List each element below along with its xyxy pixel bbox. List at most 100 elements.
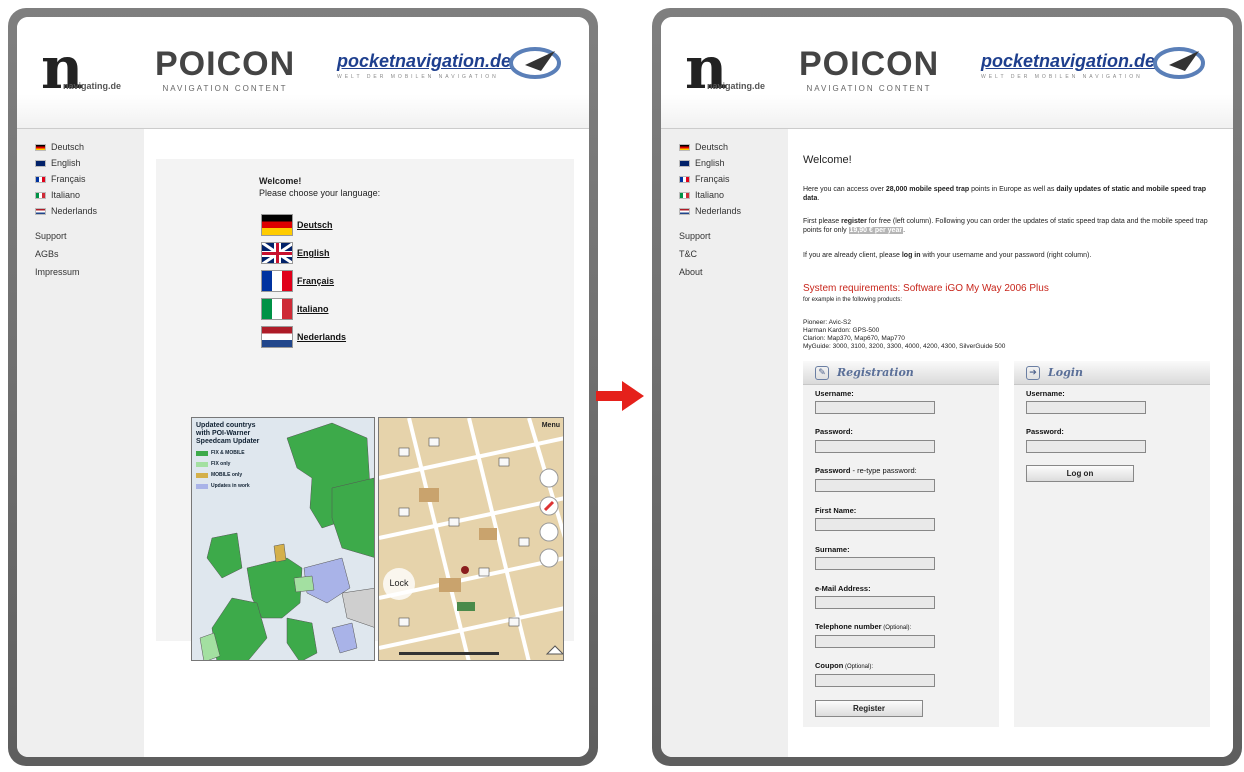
right-screenshot-frame: n navigating.de POICON NAVIGATION CONTEN… xyxy=(652,8,1242,766)
language-option-deutsch[interactable]: Deutsch xyxy=(261,213,333,237)
french-flag-icon xyxy=(261,270,293,292)
sidebar-item-support[interactable]: Support xyxy=(35,231,144,249)
street-map-graphic xyxy=(379,418,563,660)
italian-flag-icon xyxy=(679,191,690,199)
german-flag-icon xyxy=(679,143,690,151)
pocketnavigation-logo[interactable]: pocketnavigation.de WELT DER MOBILEN NAV… xyxy=(981,47,1211,95)
sidebar-lang-nederlands[interactable]: Nederlands xyxy=(679,203,788,219)
sidebar-lang-english[interactable]: English xyxy=(35,155,144,171)
system-requirements: System requirements: Software iGO My Way… xyxy=(803,283,1049,294)
surname-label: Surname: xyxy=(815,545,850,554)
language-link-label: English xyxy=(297,248,330,258)
poicon-logo-title: POICON xyxy=(155,45,296,83)
map-lock-button[interactable]: Lock xyxy=(383,568,415,600)
sidebar-lang-francais[interactable]: Français xyxy=(679,171,788,187)
sidebar-item-support[interactable]: Support xyxy=(679,231,788,249)
header: n navigating.de POICON NAVIGATION CONTEN… xyxy=(17,17,589,129)
login-password-input[interactable] xyxy=(1026,440,1146,453)
sidebar-lang-label: Nederlands xyxy=(695,206,742,216)
sidebar: Deutsch English Français Italiano Nederl… xyxy=(661,129,788,757)
sidebar-lang-label: Nederlands xyxy=(51,206,98,216)
sidebar-lang-english[interactable]: English xyxy=(679,155,788,171)
sidebar-lang-label: English xyxy=(51,158,81,168)
first-name-label: First Name: xyxy=(815,506,857,515)
swoosh-icon xyxy=(509,47,561,79)
language-option-francais[interactable]: Français xyxy=(261,269,334,293)
legend-item: FIX only xyxy=(196,460,259,468)
left-page: n navigating.de POICON NAVIGATION CONTEN… xyxy=(17,17,589,757)
italian-flag-icon xyxy=(261,298,293,320)
product-item: Clarion: Map370, Map670, Map770 xyxy=(803,335,905,342)
sidebar-item-about[interactable]: About xyxy=(679,267,788,285)
german-flag-icon xyxy=(261,214,293,236)
navigating-logo-text: navigating.de xyxy=(707,81,766,91)
italian-flag-icon xyxy=(35,191,46,199)
username-label: Username: xyxy=(815,389,854,398)
product-item: MyGuide: 3000, 3100, 3200, 3300, 4000, 4… xyxy=(803,343,1006,350)
dutch-flag-icon xyxy=(35,207,46,215)
sidebar-lang-nederlands[interactable]: Nederlands xyxy=(35,203,144,219)
reg-surname-input[interactable] xyxy=(815,557,935,570)
sidebar-item-impressum[interactable]: Impressum xyxy=(35,267,144,285)
language-option-italiano[interactable]: Italiano xyxy=(261,297,329,321)
legend-title-line: Speedcam Updater xyxy=(196,438,260,445)
log-on-button[interactable]: Log on xyxy=(1026,465,1134,482)
uk-flag-icon xyxy=(679,159,690,167)
legend-title-line: with POI-Warner xyxy=(196,430,251,437)
register-button[interactable]: Register xyxy=(815,700,923,717)
sidebar-lang-italiano[interactable]: Italiano xyxy=(679,187,788,203)
europe-coverage-map: Updated countrys with POI-Warner Speedca… xyxy=(191,417,375,661)
product-item: Pioneer: Avic-S2 xyxy=(803,319,851,326)
legend-item-label: FIX & MOBILE xyxy=(211,450,245,456)
language-chooser: Welcome! Please choose your language: De… xyxy=(156,159,574,661)
product-item: Harman Kardon: GPS-500 xyxy=(803,327,880,334)
uk-flag-icon xyxy=(35,159,46,167)
login-username-input[interactable] xyxy=(1026,401,1146,414)
sidebar-item-tandc[interactable]: T&C xyxy=(679,249,788,267)
poicon-logo[interactable]: POICON NAVIGATION CONTENT xyxy=(799,47,939,97)
reg-telephone-input[interactable] xyxy=(815,635,935,648)
language-option-nederlands[interactable]: Nederlands xyxy=(261,325,346,349)
sidebar-item-agbs[interactable]: AGBs xyxy=(35,249,144,267)
legend-item-label: MOBILE only xyxy=(211,472,243,478)
navigating-logo[interactable]: n navigating.de xyxy=(685,39,766,97)
registration-title: Registration xyxy=(837,366,914,379)
login-arrow-icon: ➔ xyxy=(1026,365,1040,380)
intro-paragraph-2: First please register for free (left col… xyxy=(803,218,1208,234)
main-content: Welcome! Here you can access over 28,000… xyxy=(788,129,1233,757)
welcome-subtitle: Please choose your language: xyxy=(259,188,381,198)
language-link-label: Deutsch xyxy=(297,220,333,230)
registration-panel: ✎ Registration Username: Password: Passw… xyxy=(803,361,999,727)
sidebar-lang-label: Deutsch xyxy=(695,142,729,152)
navigating-logo-text: navigating.de xyxy=(63,81,122,91)
sidebar-lang-label: Italiano xyxy=(695,190,725,200)
german-flag-icon xyxy=(35,143,46,151)
poicon-logo[interactable]: POICON NAVIGATION CONTENT xyxy=(155,47,295,97)
reg-password-retype-input[interactable] xyxy=(815,479,935,492)
main-content: Welcome! Please choose your language: De… xyxy=(144,129,589,757)
sidebar-lang-deutsch[interactable]: Deutsch xyxy=(35,139,144,155)
reg-first-name-input[interactable] xyxy=(815,518,935,531)
intro-paragraph-1: Here you can access over 28,000 mobile s… xyxy=(803,186,1207,202)
legend-item: Updates in work xyxy=(196,482,259,490)
reg-password-input[interactable] xyxy=(815,440,935,453)
navigating-logo[interactable]: n navigating.de xyxy=(41,39,122,97)
price-highlight: 19,90 € per year xyxy=(848,227,904,234)
language-option-english[interactable]: English xyxy=(261,241,330,265)
city-navigation-map: Menu Lock xyxy=(378,417,564,661)
left-screenshot-frame: n navigating.de POICON NAVIGATION CONTEN… xyxy=(8,8,598,766)
sidebar-lang-italiano[interactable]: Italiano xyxy=(35,187,144,203)
login-username-label: Username: xyxy=(1026,389,1065,398)
map-menu-button[interactable]: Menu xyxy=(542,422,560,429)
sidebar-lang-label: Italiano xyxy=(51,190,81,200)
login-header: ➔ Login xyxy=(1014,361,1210,385)
reg-username-input[interactable] xyxy=(815,401,935,414)
coupon-label: Coupon (Optional): xyxy=(815,661,874,670)
telephone-label: Telephone number (Optional): xyxy=(815,622,912,631)
pocketnavigation-logo[interactable]: pocketnavigation.de WELT DER MOBILEN NAV… xyxy=(337,47,567,95)
sidebar-lang-deutsch[interactable]: Deutsch xyxy=(679,139,788,155)
reg-email-input[interactable] xyxy=(815,596,935,609)
sidebar-lang-francais[interactable]: Français xyxy=(35,171,144,187)
poicon-logo-subtitle: NAVIGATION CONTENT xyxy=(806,84,932,93)
reg-coupon-input[interactable] xyxy=(815,674,935,687)
